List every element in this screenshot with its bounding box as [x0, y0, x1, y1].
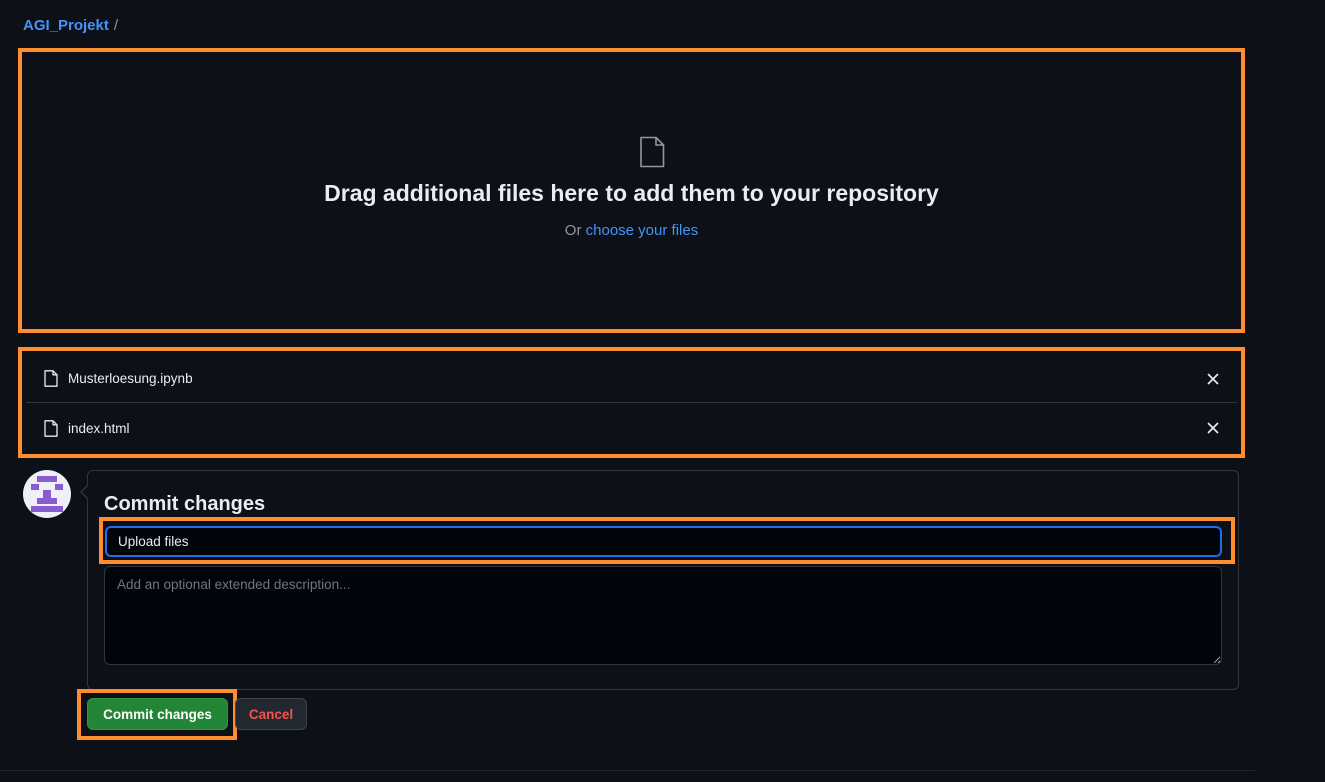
commit-button-highlight — [77, 689, 237, 740]
file-icon — [640, 136, 665, 168]
commit-heading: Commit changes — [104, 493, 266, 515]
breadcrumb-separator: / — [113, 17, 119, 34]
file-icon — [44, 419, 58, 437]
file-row: Musterloesung.ipynb — [26, 355, 1237, 403]
remove-file-button[interactable] — [1203, 369, 1223, 389]
file-row: index.html — [26, 404, 1237, 452]
summary-highlight — [99, 517, 1235, 564]
dropzone-subtitle: Or choose your files — [22, 222, 1241, 239]
close-icon — [1207, 422, 1219, 434]
commit-form: Commit changes — [80, 470, 1239, 690]
dropzone-title: Drag additional files here to add them t… — [324, 180, 939, 206]
breadcrumb: AGI_Projekt / — [23, 16, 118, 36]
cancel-button[interactable]: Cancel — [235, 698, 307, 730]
uploaded-file-list: Musterloesung.ipynb index.html — [18, 347, 1245, 458]
file-dropzone[interactable]: Drag additional files here to add them t… — [18, 48, 1245, 333]
file-name: Musterloesung.ipynb — [68, 371, 193, 386]
commit-description-textarea[interactable] — [104, 566, 1222, 665]
avatar[interactable] — [23, 470, 71, 518]
caret-inner — [82, 485, 89, 499]
upload-files-page: AGI_Projekt / Drag additional files here … — [0, 0, 1325, 782]
file-name: index.html — [68, 420, 130, 436]
footer-divider — [0, 770, 1255, 771]
close-icon — [1207, 373, 1219, 385]
remove-file-button[interactable] — [1203, 418, 1223, 438]
dropzone-or-text: Or — [564, 222, 582, 239]
choose-files-link[interactable]: choose your files — [586, 222, 699, 239]
file-icon — [44, 370, 58, 387]
breadcrumb-repo-link[interactable]: AGI_Projekt — [23, 17, 109, 34]
identicon-icon — [31, 476, 63, 512]
